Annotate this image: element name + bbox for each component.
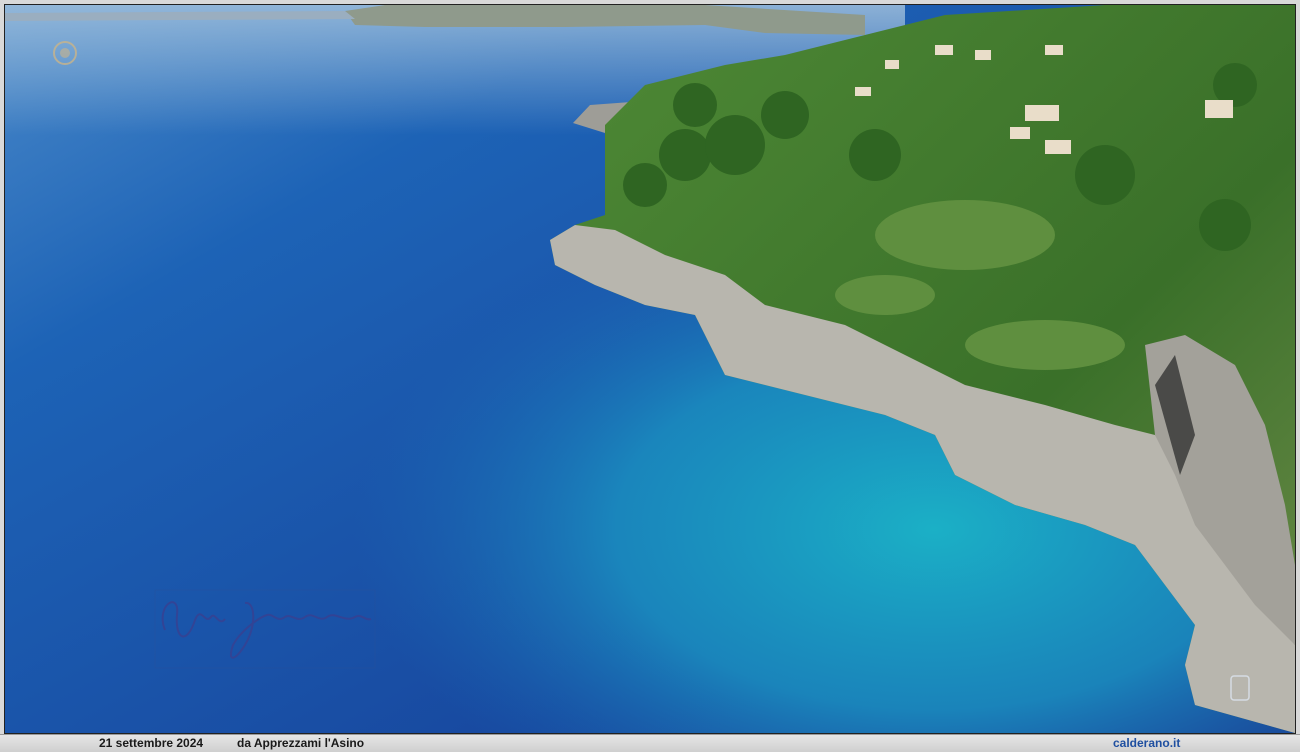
caption-date: 21 settembre 2024 [99, 736, 204, 750]
aerial-coast-photo [4, 4, 1296, 734]
caption-bar: 21 settembre 2024 da Apprezzami l'Asino … [0, 734, 1300, 752]
caption-source: da Apprezzami l'Asino [237, 736, 365, 750]
photo-illustration [5, 5, 1295, 733]
caption-site-link[interactable]: calderano.it [1113, 736, 1180, 751]
photo-frame: 21 settembre 2024 da Apprezzami l'Asino … [0, 0, 1300, 752]
